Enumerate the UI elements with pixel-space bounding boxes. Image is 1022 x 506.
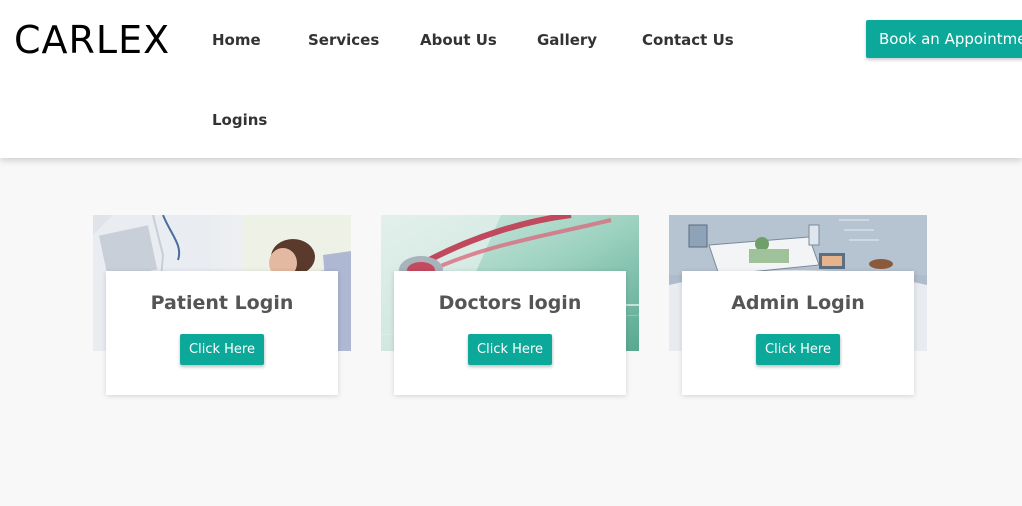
- nav-logins[interactable]: Logins: [212, 111, 267, 129]
- doctors-login-button[interactable]: Click Here: [468, 334, 552, 365]
- admin-login-card: Admin Login Click Here: [669, 215, 927, 397]
- nav-about-us[interactable]: About Us: [420, 31, 497, 49]
- doctors-login-box: Doctors login Click Here: [394, 271, 626, 395]
- patient-login-button[interactable]: Click Here: [180, 334, 264, 365]
- patient-login-box: Patient Login Click Here: [106, 271, 338, 395]
- book-appointment-button[interactable]: Book an Appointment: [866, 20, 1022, 58]
- admin-login-box: Admin Login Click Here: [682, 271, 914, 395]
- site-header: CARLEX Home Services About Us Gallery Co…: [0, 0, 1022, 158]
- patient-login-card: Patient Login Click Here: [93, 215, 351, 397]
- nav-contact-us[interactable]: Contact Us: [642, 31, 734, 49]
- logo[interactable]: CARLEX: [14, 18, 170, 62]
- card-title: Admin Login: [731, 292, 865, 314]
- nav-services[interactable]: Services: [308, 31, 379, 49]
- card-title: Doctors login: [438, 292, 582, 314]
- nav-home[interactable]: Home: [212, 31, 261, 49]
- admin-login-button[interactable]: Click Here: [756, 334, 840, 365]
- card-title: Patient Login: [150, 292, 294, 314]
- nav-gallery[interactable]: Gallery: [537, 31, 597, 49]
- doctors-login-card: Doctors login Click Here: [381, 215, 639, 397]
